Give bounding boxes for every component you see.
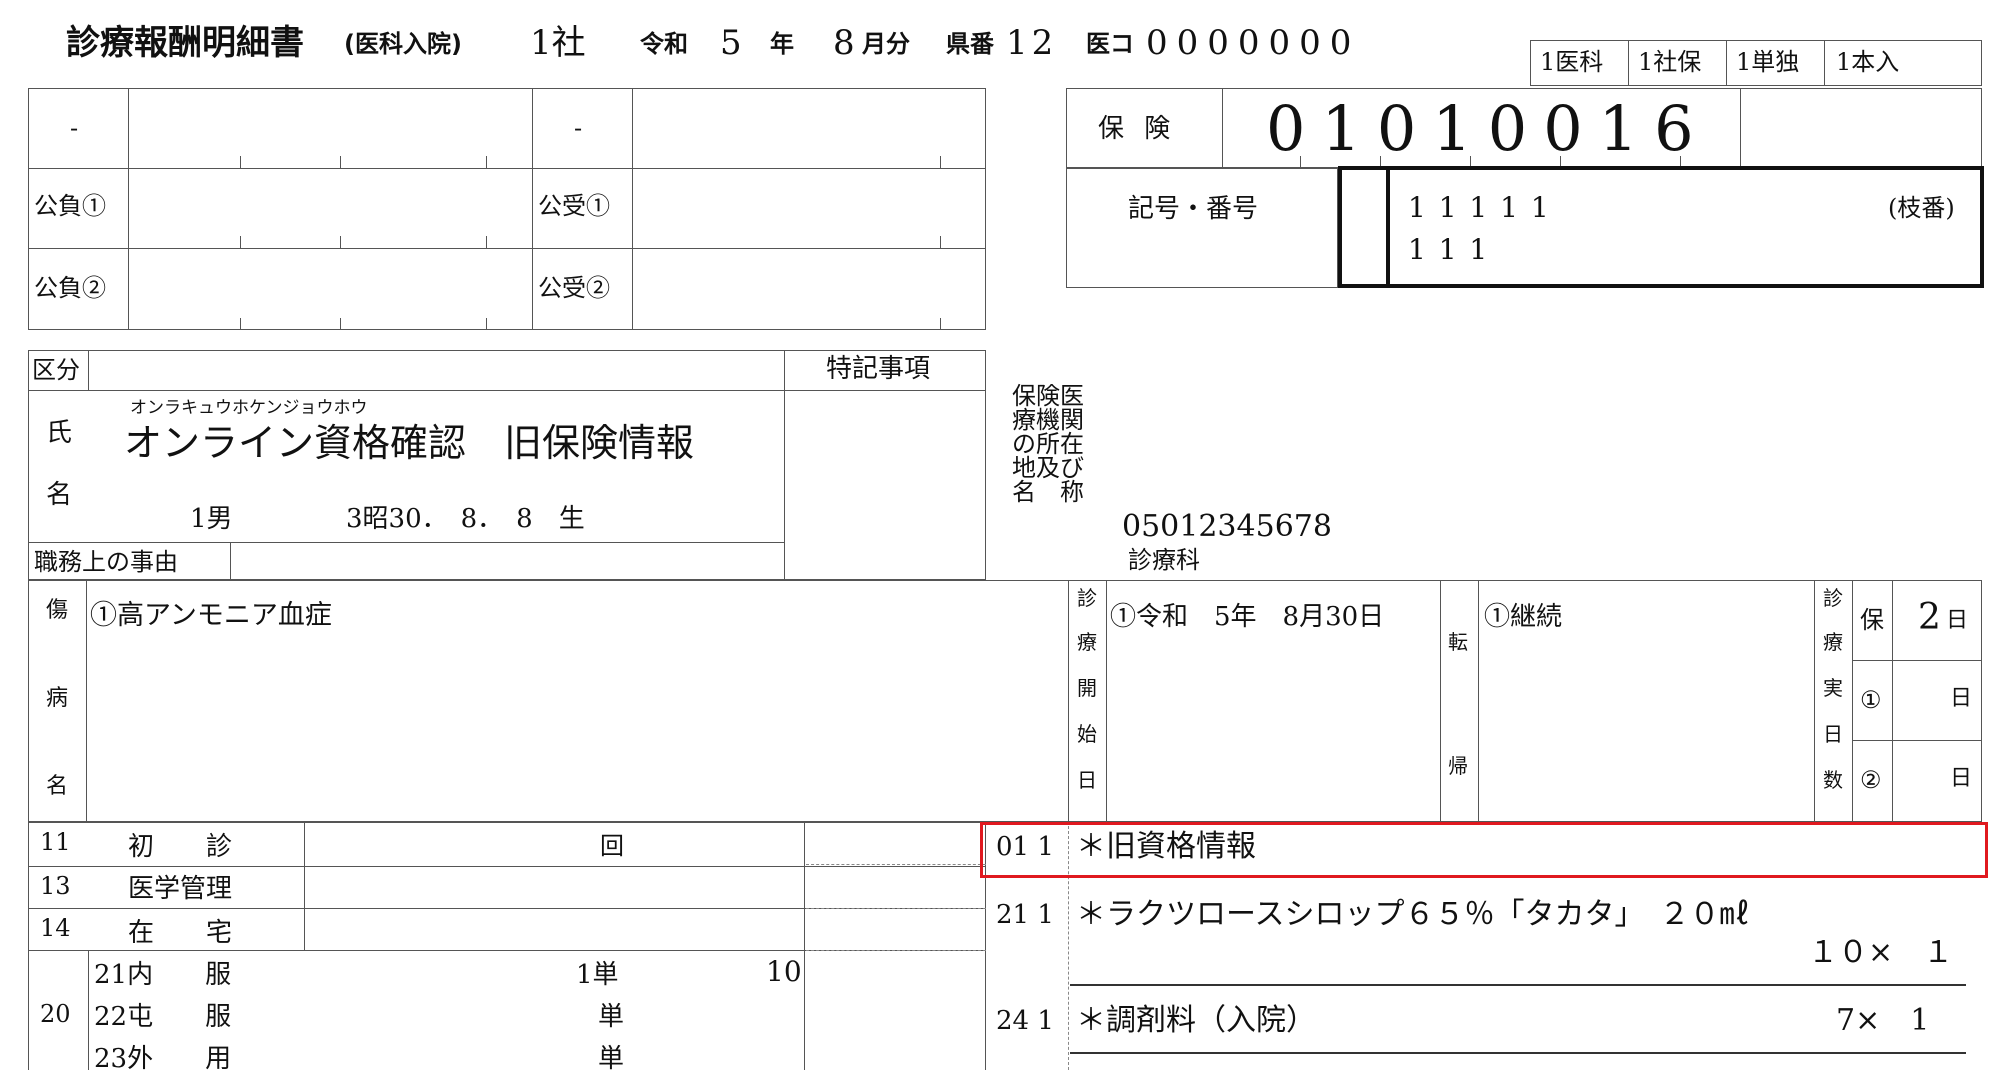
- claim-month: 8: [833, 23, 855, 63]
- month-label: 月分: [862, 30, 910, 58]
- start-date-label: 診 療 開 始 日: [1077, 586, 1097, 792]
- public-dash-1: -: [70, 114, 79, 142]
- detail-sub-lactulose: １０× １: [1808, 935, 1954, 970]
- days-row-1-unit: 日: [1950, 686, 1973, 711]
- form-subtitle: (医科入院): [344, 30, 462, 58]
- days-row-1-label: ①: [1860, 686, 1882, 714]
- insurance-number: 01010016: [1266, 92, 1710, 165]
- kigo-bango-label: 記号・番号: [1128, 194, 1259, 224]
- outcome-label-top: 転: [1448, 630, 1468, 654]
- service-name-shoshin: 初 診: [128, 832, 233, 862]
- detail-text-lactulose: ＊ラクツロースシロップ６５％「タカタ」 ２０㎖: [1076, 897, 1750, 932]
- detail-code-21: 21 1: [996, 900, 1054, 930]
- tag-ika: 1医科: [1540, 48, 1604, 76]
- patient-birthdate: 3昭30． 8． 8 生: [346, 504, 585, 534]
- tag-shaho: 1社保: [1638, 48, 1702, 76]
- med-row-tonpuku: 22屯 服: [94, 1002, 232, 1032]
- outcome-value: ①継続: [1484, 602, 1563, 632]
- detail-sub-chozai: 7× 1: [1836, 1003, 1930, 1038]
- facility-label: 保険医 療機関 の所在 地及び 名 称: [1012, 382, 1084, 506]
- patient-block: [28, 350, 986, 580]
- era-label: 令和: [640, 30, 688, 58]
- service-name-zaitaku: 在 宅: [128, 918, 233, 948]
- service-code-13: 13: [40, 872, 71, 900]
- kouhi-juku-2-label: 公受②: [538, 274, 610, 302]
- kigo-bango-line-1: 1 1 1 1 1: [1408, 191, 1551, 224]
- med-row-naifuku-count: 10: [766, 955, 802, 988]
- service-name-igaku: 医学管理: [128, 874, 233, 904]
- form-title: 診療報酬明細書: [66, 23, 304, 63]
- detail-code-24: 24 1: [996, 1006, 1054, 1036]
- inst-code-label: 医コ: [1086, 30, 1134, 58]
- kigo-bango-value-box: [1338, 166, 1984, 288]
- patient-name: オンライン資格確認 旧保険情報: [124, 421, 695, 465]
- med-row-gaiyo: 23外 用: [94, 1044, 232, 1074]
- detail-code-01: 01 1: [996, 832, 1054, 862]
- name-label-top: 氏: [46, 418, 73, 448]
- kubun-label: 区分: [32, 356, 80, 384]
- disease-name: ①高アンモニア血症: [90, 600, 332, 631]
- days-row-ins-label: 保: [1860, 606, 1884, 634]
- tokki-label: 特記事項: [826, 354, 931, 384]
- facility-dept: 診療科: [1128, 546, 1200, 574]
- med-row-naifuku-unit: 1単: [576, 960, 619, 990]
- kouhi-futan-1-label: 公負①: [34, 192, 106, 220]
- pref-label: 県番: [946, 30, 994, 58]
- days-row-ins-value: 2: [1918, 597, 1941, 638]
- service-code-14: 14: [40, 914, 71, 942]
- service-unit-kai: 回: [600, 832, 624, 860]
- detail-text-kyushikaku: ＊旧資格情報: [1076, 829, 1256, 864]
- outcome-label-bottom: 帰: [1448, 754, 1468, 778]
- public-dash-2: -: [574, 114, 583, 142]
- pref-number: 12: [1006, 23, 1058, 63]
- days-row-2-unit: 日: [1950, 766, 1973, 791]
- days-row-2-label: ②: [1860, 766, 1882, 794]
- claim-year: 5: [720, 23, 742, 63]
- actual-days-label: 診 療 実 日 数: [1823, 586, 1843, 792]
- disease-label: 傷 病 名: [45, 598, 68, 799]
- med-row-gaiyo-unit: 単: [598, 1044, 625, 1074]
- patient-name-kana: オンラキュウホケンジョウホウ: [130, 398, 368, 418]
- patient-sex: 1男: [190, 504, 233, 534]
- med-row-naifuku: 21内 服: [94, 960, 232, 990]
- name-label-bottom: 名: [46, 480, 73, 510]
- kigo-bango-line-2: 1 1 1: [1408, 233, 1490, 266]
- kouhi-futan-2-label: 公負②: [34, 274, 106, 302]
- tag-tandoku: 1単独: [1736, 48, 1800, 76]
- start-date: ①令和 5年 8月30日: [1110, 602, 1385, 632]
- detail-text-chozai: ＊調剤料（入院）: [1076, 1003, 1316, 1038]
- medication-code-20: 20: [40, 1000, 71, 1028]
- med-row-tonpuku-unit: 単: [598, 1002, 625, 1032]
- facility-phone: 05012345678: [1122, 509, 1332, 544]
- insurer-type: 1社: [530, 23, 586, 63]
- kigo-bango-box: [1066, 168, 1338, 288]
- public-expense-block: [28, 88, 986, 330]
- kouhi-juku-1-label: 公受①: [538, 192, 610, 220]
- inst-code: 0000000: [1146, 23, 1361, 63]
- shokumu-label: 職務上の事由: [34, 548, 178, 576]
- service-code-11: 11: [40, 828, 71, 856]
- year-label: 年: [770, 30, 794, 58]
- tag-honnyu: 1本入: [1836, 48, 1900, 76]
- days-row-ins-unit: 日: [1946, 608, 1969, 633]
- insurance-label: 保 険: [1098, 114, 1177, 144]
- edaban-label: (枝番): [1888, 194, 1955, 222]
